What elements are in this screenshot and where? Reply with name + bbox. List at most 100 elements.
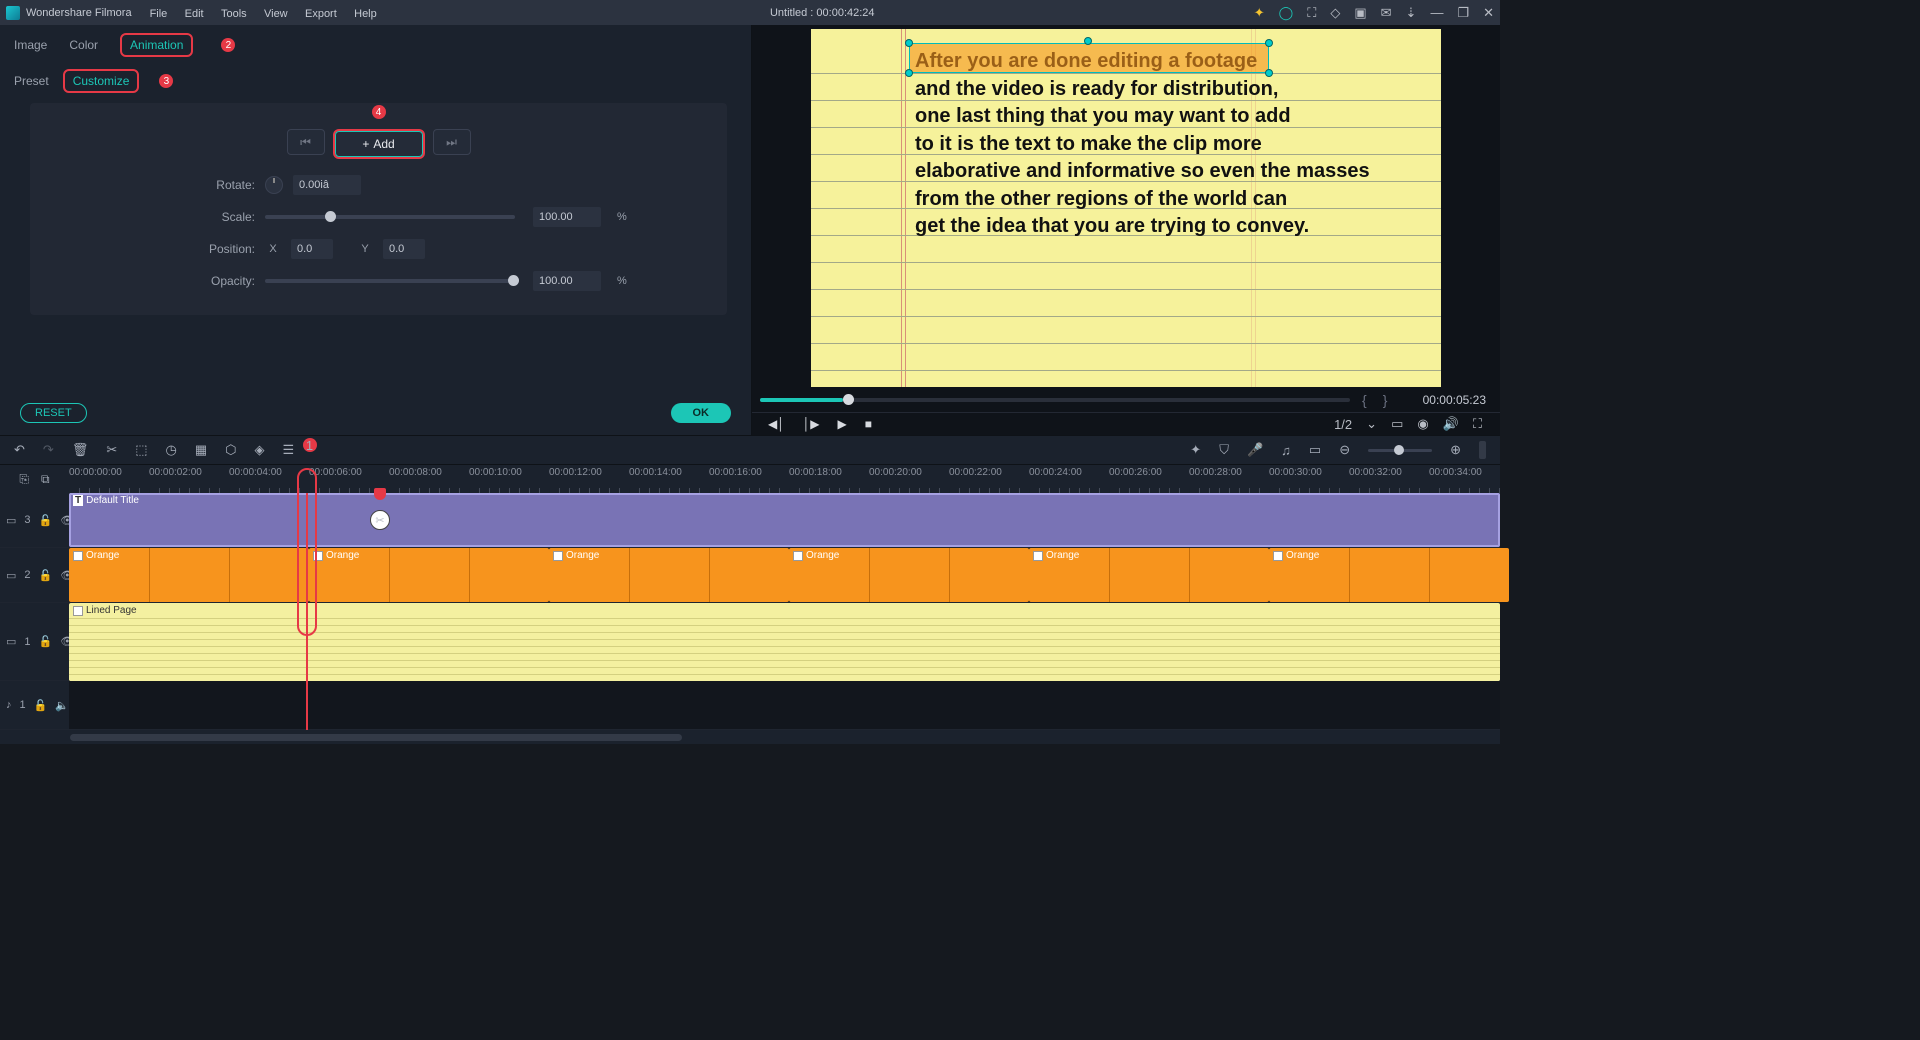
opacity-value[interactable]: 100.00	[533, 271, 601, 291]
zoom-out-icon[interactable]: ⊖	[1339, 442, 1350, 458]
orange-clip[interactable]: Orange	[1269, 548, 1509, 602]
subtab-customize[interactable]: Customize	[73, 74, 130, 88]
inspector-panel: Image Color Animation 2 Preset Customize…	[0, 25, 752, 435]
snapshot-icon[interactable]: ◉	[1417, 416, 1428, 432]
selection-box[interactable]	[909, 43, 1269, 73]
reset-button[interactable]: RESET	[20, 403, 87, 423]
project-title: Untitled : 00:00:42:24	[391, 7, 1254, 19]
link-icon[interactable]: ⧉	[41, 472, 50, 487]
lock-icon[interactable]: 🔓	[39, 569, 53, 582]
time-ruler[interactable]: 00:00:00:0000:00:02:0000:00:04:0000:00:0…	[69, 465, 1500, 493]
pos-y-value[interactable]: 0.0	[383, 239, 425, 259]
next-frame-button[interactable]: │▶	[803, 417, 820, 431]
rotate-knob[interactable]	[265, 176, 283, 194]
stop-button[interactable]: ■	[865, 417, 872, 431]
orange-clip[interactable]: Orange	[309, 548, 549, 602]
ok-button[interactable]: OK	[671, 403, 732, 423]
zoom-in-icon[interactable]: ⊕	[1450, 442, 1461, 458]
next-keyframe-button[interactable]: ⏭	[433, 129, 471, 155]
app-name: Wondershare Filmora	[26, 7, 132, 19]
marker-drag-icon[interactable]	[1479, 441, 1486, 459]
track-audio-icon: ♪	[6, 699, 12, 711]
scale-value[interactable]: 100.00	[533, 207, 601, 227]
mix-icon[interactable]: ✦	[1190, 442, 1201, 458]
track-2-lane[interactable]: OrangeOrangeOrangeOrangeOrangeOrange	[69, 548, 1500, 602]
audio-track-lane[interactable]	[69, 681, 1500, 729]
render-icon[interactable]: ▭	[1309, 442, 1321, 458]
main-menu: File Edit Tools View Export Help	[150, 6, 391, 20]
ratio-dropdown-icon[interactable]: ⌄	[1366, 416, 1377, 432]
preview-canvas[interactable]: After you are done editing a footage and…	[811, 29, 1441, 387]
mail-icon[interactable]: ✉	[1381, 5, 1392, 21]
volume-icon[interactable]: 🔊	[1443, 416, 1459, 432]
undo-button[interactable]: ↶	[14, 442, 25, 458]
orange-clip[interactable]: Orange	[789, 548, 1029, 602]
subtab-preset[interactable]: Preset	[14, 74, 49, 88]
download-icon[interactable]: ⇣	[1406, 5, 1417, 21]
title-clip[interactable]: TDefault Title	[69, 493, 1500, 547]
display-icon[interactable]: ▭	[1391, 416, 1403, 432]
mark-out-icon[interactable]: }	[1379, 392, 1392, 408]
orange-clip[interactable]: Orange	[69, 548, 309, 602]
opacity-slider[interactable]	[265, 279, 515, 283]
keyframe-button[interactable]: ◈	[255, 442, 265, 458]
tab-color[interactable]: Color	[69, 38, 98, 52]
menu-edit[interactable]: Edit	[185, 8, 204, 20]
menu-export[interactable]: Export	[305, 8, 337, 20]
prev-keyframe-button[interactable]: ⏮	[287, 129, 325, 155]
minimize-icon[interactable]: —	[1430, 5, 1443, 20]
prev-frame-button[interactable]: ◀│	[768, 417, 785, 431]
speed-button[interactable]: ◷	[166, 442, 177, 458]
menu-view[interactable]: View	[264, 8, 288, 20]
mute-icon[interactable]: 🔈	[55, 699, 69, 712]
pos-x-value[interactable]: 0.0	[291, 239, 333, 259]
color-button[interactable]: ▦	[195, 442, 207, 458]
menu-help[interactable]: Help	[354, 8, 377, 20]
mark-in-icon[interactable]: {	[1358, 392, 1371, 408]
preview-ratio[interactable]: 1/2	[1334, 417, 1352, 432]
fullscreen-icon[interactable]: ⛶	[1473, 416, 1482, 432]
playhead[interactable]	[306, 493, 308, 730]
timeline-scrollbar[interactable]	[0, 730, 1500, 744]
adjust-button[interactable]: ☰1	[283, 442, 295, 458]
idea-icon[interactable]: ✦	[1254, 5, 1265, 21]
progress-slider[interactable]	[760, 398, 1350, 402]
lock-icon[interactable]: 🔓	[39, 635, 53, 648]
maximize-icon[interactable]: ❐	[1457, 5, 1469, 21]
save-icon[interactable]: ▣	[1354, 5, 1366, 21]
menu-file[interactable]: File	[150, 8, 168, 20]
redo-button[interactable]: ↷	[43, 442, 54, 458]
orange-clip[interactable]: Orange	[549, 548, 789, 602]
playback-bar: { } 00:00:05:23	[752, 387, 1500, 412]
track-1-lane[interactable]: Lined Page	[69, 603, 1500, 681]
gift-icon[interactable]: ⛶	[1307, 5, 1316, 21]
menu-tools[interactable]: Tools	[221, 8, 247, 20]
scissors-icon[interactable]: ✂	[370, 510, 390, 530]
playhead-handle[interactable]: ✂	[374, 488, 386, 500]
add-keyframe-button[interactable]: +Add	[335, 131, 423, 157]
close-icon[interactable]: ✕	[1483, 5, 1494, 21]
pos-y-label: Y	[357, 243, 373, 255]
play-button[interactable]: ▶	[837, 417, 846, 431]
tab-animation[interactable]: Animation	[130, 38, 183, 52]
green-screen-button[interactable]: ⬡	[225, 442, 236, 458]
crop-button[interactable]: ⬚	[135, 442, 147, 458]
lined-page-clip[interactable]: Lined Page	[69, 603, 1500, 681]
shield-icon[interactable]: ⛉	[1219, 442, 1229, 458]
orange-clip[interactable]: Orange	[1029, 548, 1269, 602]
delete-button[interactable]: 🗑	[72, 442, 89, 458]
mic-icon[interactable]: 🎤	[1247, 442, 1263, 458]
music-icon[interactable]: ♫	[1281, 443, 1291, 458]
auto-ripple-icon[interactable]: ⎘	[19, 472, 29, 487]
scale-slider[interactable]	[265, 215, 515, 219]
zoom-slider[interactable]	[1368, 449, 1432, 452]
split-button[interactable]: ✂	[106, 442, 117, 458]
pos-x-label: X	[265, 243, 281, 255]
tab-image[interactable]: Image	[14, 38, 47, 52]
lock-icon[interactable]: 🔓	[34, 699, 48, 712]
track-3-lane[interactable]: TDefault Title	[69, 493, 1500, 547]
rotate-value[interactable]: 0.00iâ	[293, 175, 361, 195]
account-icon[interactable]: ◇	[1330, 5, 1340, 21]
lock-icon[interactable]: 🔓	[39, 514, 53, 527]
headphones-icon[interactable]: ◯	[1279, 5, 1294, 21]
